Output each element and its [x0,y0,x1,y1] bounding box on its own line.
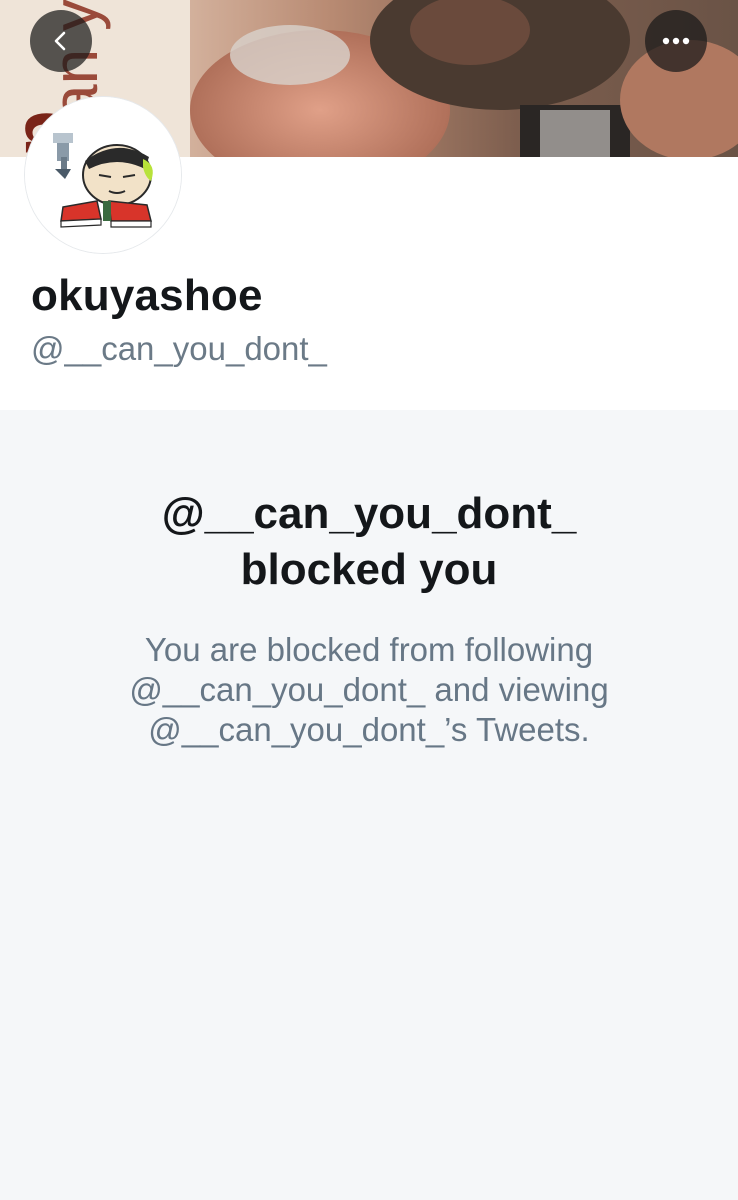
avatar-image [25,97,181,253]
more-horizontal-icon [662,37,690,45]
blocked-description: You are blocked from following @__can_yo… [40,630,698,750]
more-options-button[interactable] [645,10,707,72]
blocked-description-line: You are blocked from following [144,631,594,668]
profile-handle: @__can_you_dont_ [31,330,327,367]
blocked-title-text: blocked you [240,545,498,594]
blocked-title-handle: @__can_you_dont_ [161,489,577,538]
profile-page: can yo do [0,0,738,1200]
chevron-left-icon [54,31,66,51]
blocked-title: @__can_you_dont_ blocked you [40,486,698,598]
blocked-description-line: @__can_you_dont_’s Tweets. [148,711,590,748]
display-name: okuyashoe [31,271,263,320]
back-button[interactable] [30,10,92,72]
avatar[interactable] [25,97,181,253]
blocked-description-line: @__can_you_dont_ and viewing [129,671,609,708]
